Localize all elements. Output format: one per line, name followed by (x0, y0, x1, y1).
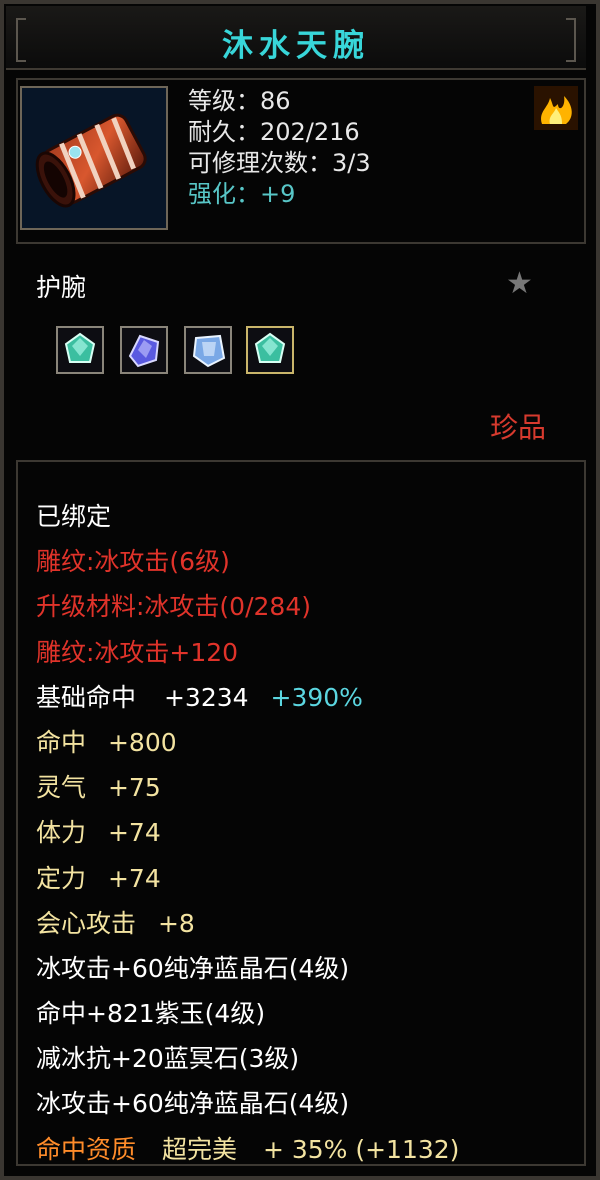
quality-value: + 35% (+1132) (262, 1134, 460, 1164)
gem-socket-3[interactable] (184, 326, 232, 374)
engrave-line: 雕纹:冰攻击(6级) (36, 547, 230, 577)
durability-text: 耐久：202/216 (188, 118, 360, 146)
gem-socket-4[interactable] (246, 326, 294, 374)
attr-label: 体力 (36, 818, 87, 848)
gem-icon (254, 332, 286, 363)
bracer-icon (22, 88, 166, 228)
engrave-bonus-line: 雕纹:冰攻击+120 (36, 637, 239, 667)
title-bar: 沐水天腕 (6, 6, 586, 70)
gem-icon (192, 334, 226, 368)
attr-line: 命中 +800 (36, 720, 576, 765)
star-icon[interactable]: ★ (506, 266, 533, 301)
level-text: 等级：86 (188, 87, 291, 115)
base-hit-value: +3234 (163, 682, 249, 712)
gem-line: 冰攻击+60纯净蓝晶石(4级) (36, 953, 350, 983)
attribute-lines: 已绑定 雕纹:冰攻击(6级) 升级材料:冰攻击(0/284) 雕纹:冰攻击+12… (36, 494, 576, 1172)
gem-socket-2[interactable] (120, 326, 168, 374)
attr-value: +8 (157, 908, 195, 938)
quality-line: 命中资质 超完美 + 35% (+1132) (36, 1127, 576, 1172)
attr-value: +74 (107, 818, 161, 848)
rarity-label: 珍品 (490, 411, 547, 444)
attr-value: +74 (107, 863, 161, 893)
repair-count-text: 可修理次数：3/3 (188, 149, 371, 177)
item-icon-slot[interactable] (20, 86, 168, 230)
quality-grade: 超完美 (161, 1134, 237, 1164)
attr-line: 灵气 +75 (36, 765, 576, 810)
attr-line: 会心攻击 +8 (36, 901, 576, 946)
attr-value: +800 (107, 727, 177, 757)
attr-line: 定力 +74 (36, 856, 576, 901)
gem-icon (64, 332, 96, 363)
enhance-text: 强化：+9 (188, 180, 296, 208)
gem-socket-1[interactable] (56, 326, 104, 374)
gem-line: 命中+821紫玉(4级) (36, 999, 266, 1029)
attr-label: 定力 (36, 863, 87, 893)
item-type: 护腕 (36, 273, 87, 302)
attr-label: 会心攻击 (36, 908, 137, 938)
attr-label: 灵气 (36, 773, 87, 803)
bound-status: 已绑定 (36, 502, 112, 531)
gem-line: 冰攻击+60纯净蓝晶石(4级) (36, 1089, 350, 1119)
item-stats: 等级：86 耐久：202/216 可修理次数：3/3 强化：+9 (188, 86, 371, 210)
base-hit-label: 基础命中 (36, 682, 137, 712)
base-hit-bonus: +390% (270, 682, 363, 712)
attr-label: 命中 (36, 727, 87, 757)
upgrade-material-line: 升级材料:冰攻击(0/284) (36, 592, 311, 622)
item-name: 沐水天腕 (222, 28, 370, 64)
gem-line: 减冰抗+20蓝冥石(3级) (36, 1044, 300, 1074)
attr-line: 体力 +74 (36, 810, 576, 855)
gem-icon (128, 334, 160, 368)
quality-label: 命中资质 (36, 1134, 137, 1164)
base-hit-line: 基础命中 +3234 +390% (36, 675, 576, 720)
flame-icon (532, 84, 580, 132)
attr-value: +75 (107, 773, 161, 803)
